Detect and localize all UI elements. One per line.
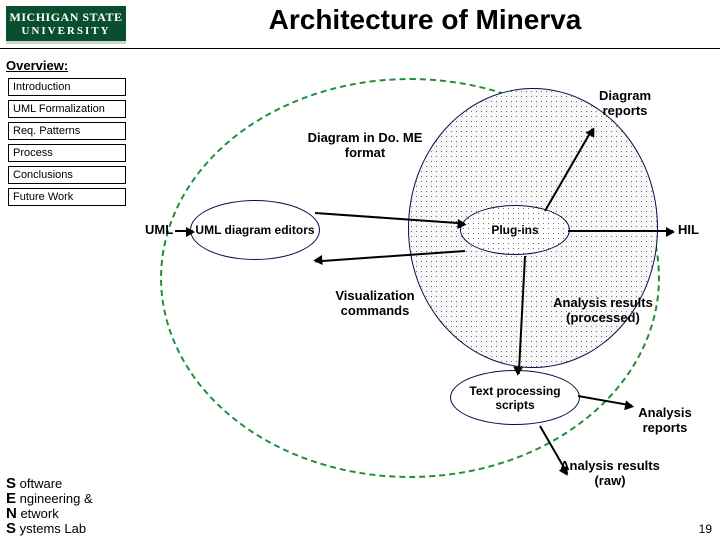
sens-etwork: etwork bbox=[17, 506, 59, 521]
node-uml-diagram-editors: UML diagram editors bbox=[190, 200, 320, 260]
sens-lab: ystems Lab bbox=[16, 521, 86, 536]
sens-ng: ngineering & bbox=[16, 491, 93, 506]
nav-item-req-patterns[interactable]: Req. Patterns bbox=[8, 122, 126, 140]
label-analysis-results-processed: Analysis results (processed) bbox=[538, 295, 668, 325]
title-rule bbox=[0, 48, 720, 49]
sens-s2: S bbox=[6, 520, 16, 537]
node-plugins: Plug-ins bbox=[460, 205, 570, 255]
architecture-diagram: UML diagram editors Plug-ins Text proces… bbox=[130, 70, 710, 510]
logo-line2: UNIVERSITY bbox=[6, 24, 126, 38]
label-uml: UML bbox=[145, 222, 173, 237]
label-diagram-in-dome: Diagram in Do. ME format bbox=[300, 130, 430, 160]
overview-label: Overview: bbox=[6, 58, 68, 73]
sens-lab-footer: S oftware E ngineering & N etwork S yste… bbox=[6, 476, 93, 536]
label-analysis-reports: Analysis reports bbox=[625, 405, 705, 435]
page-number: 19 bbox=[699, 522, 712, 536]
arrow-uml-to-editors bbox=[175, 230, 193, 232]
label-visualization-commands: Visualization commands bbox=[315, 288, 435, 318]
nav-item-future-work[interactable]: Future Work bbox=[8, 188, 126, 206]
nav-item-introduction[interactable]: Introduction bbox=[8, 78, 126, 96]
msu-logo: MICHIGAN STATE UNIVERSITY bbox=[6, 6, 126, 44]
page-title: Architecture of Minerva bbox=[140, 4, 710, 36]
nav-item-process[interactable]: Process bbox=[8, 144, 126, 162]
node-text-processing-scripts: Text processing scripts bbox=[450, 370, 580, 425]
nav-item-uml-formalization[interactable]: UML Formalization bbox=[8, 100, 126, 118]
sidebar-nav: Introduction UML Formalization Req. Patt… bbox=[8, 78, 126, 210]
sens-oftware: oftware bbox=[16, 476, 62, 491]
nav-item-conclusions[interactable]: Conclusions bbox=[8, 166, 126, 184]
header: MICHIGAN STATE UNIVERSITY Architecture o… bbox=[0, 0, 720, 56]
arrow-plugins-to-hil bbox=[568, 230, 673, 232]
label-diagram-reports: Diagram reports bbox=[585, 88, 665, 118]
label-hil: HIL bbox=[678, 222, 699, 237]
logo-line1: MICHIGAN STATE bbox=[10, 10, 123, 24]
slide: MICHIGAN STATE UNIVERSITY Architecture o… bbox=[0, 0, 720, 540]
